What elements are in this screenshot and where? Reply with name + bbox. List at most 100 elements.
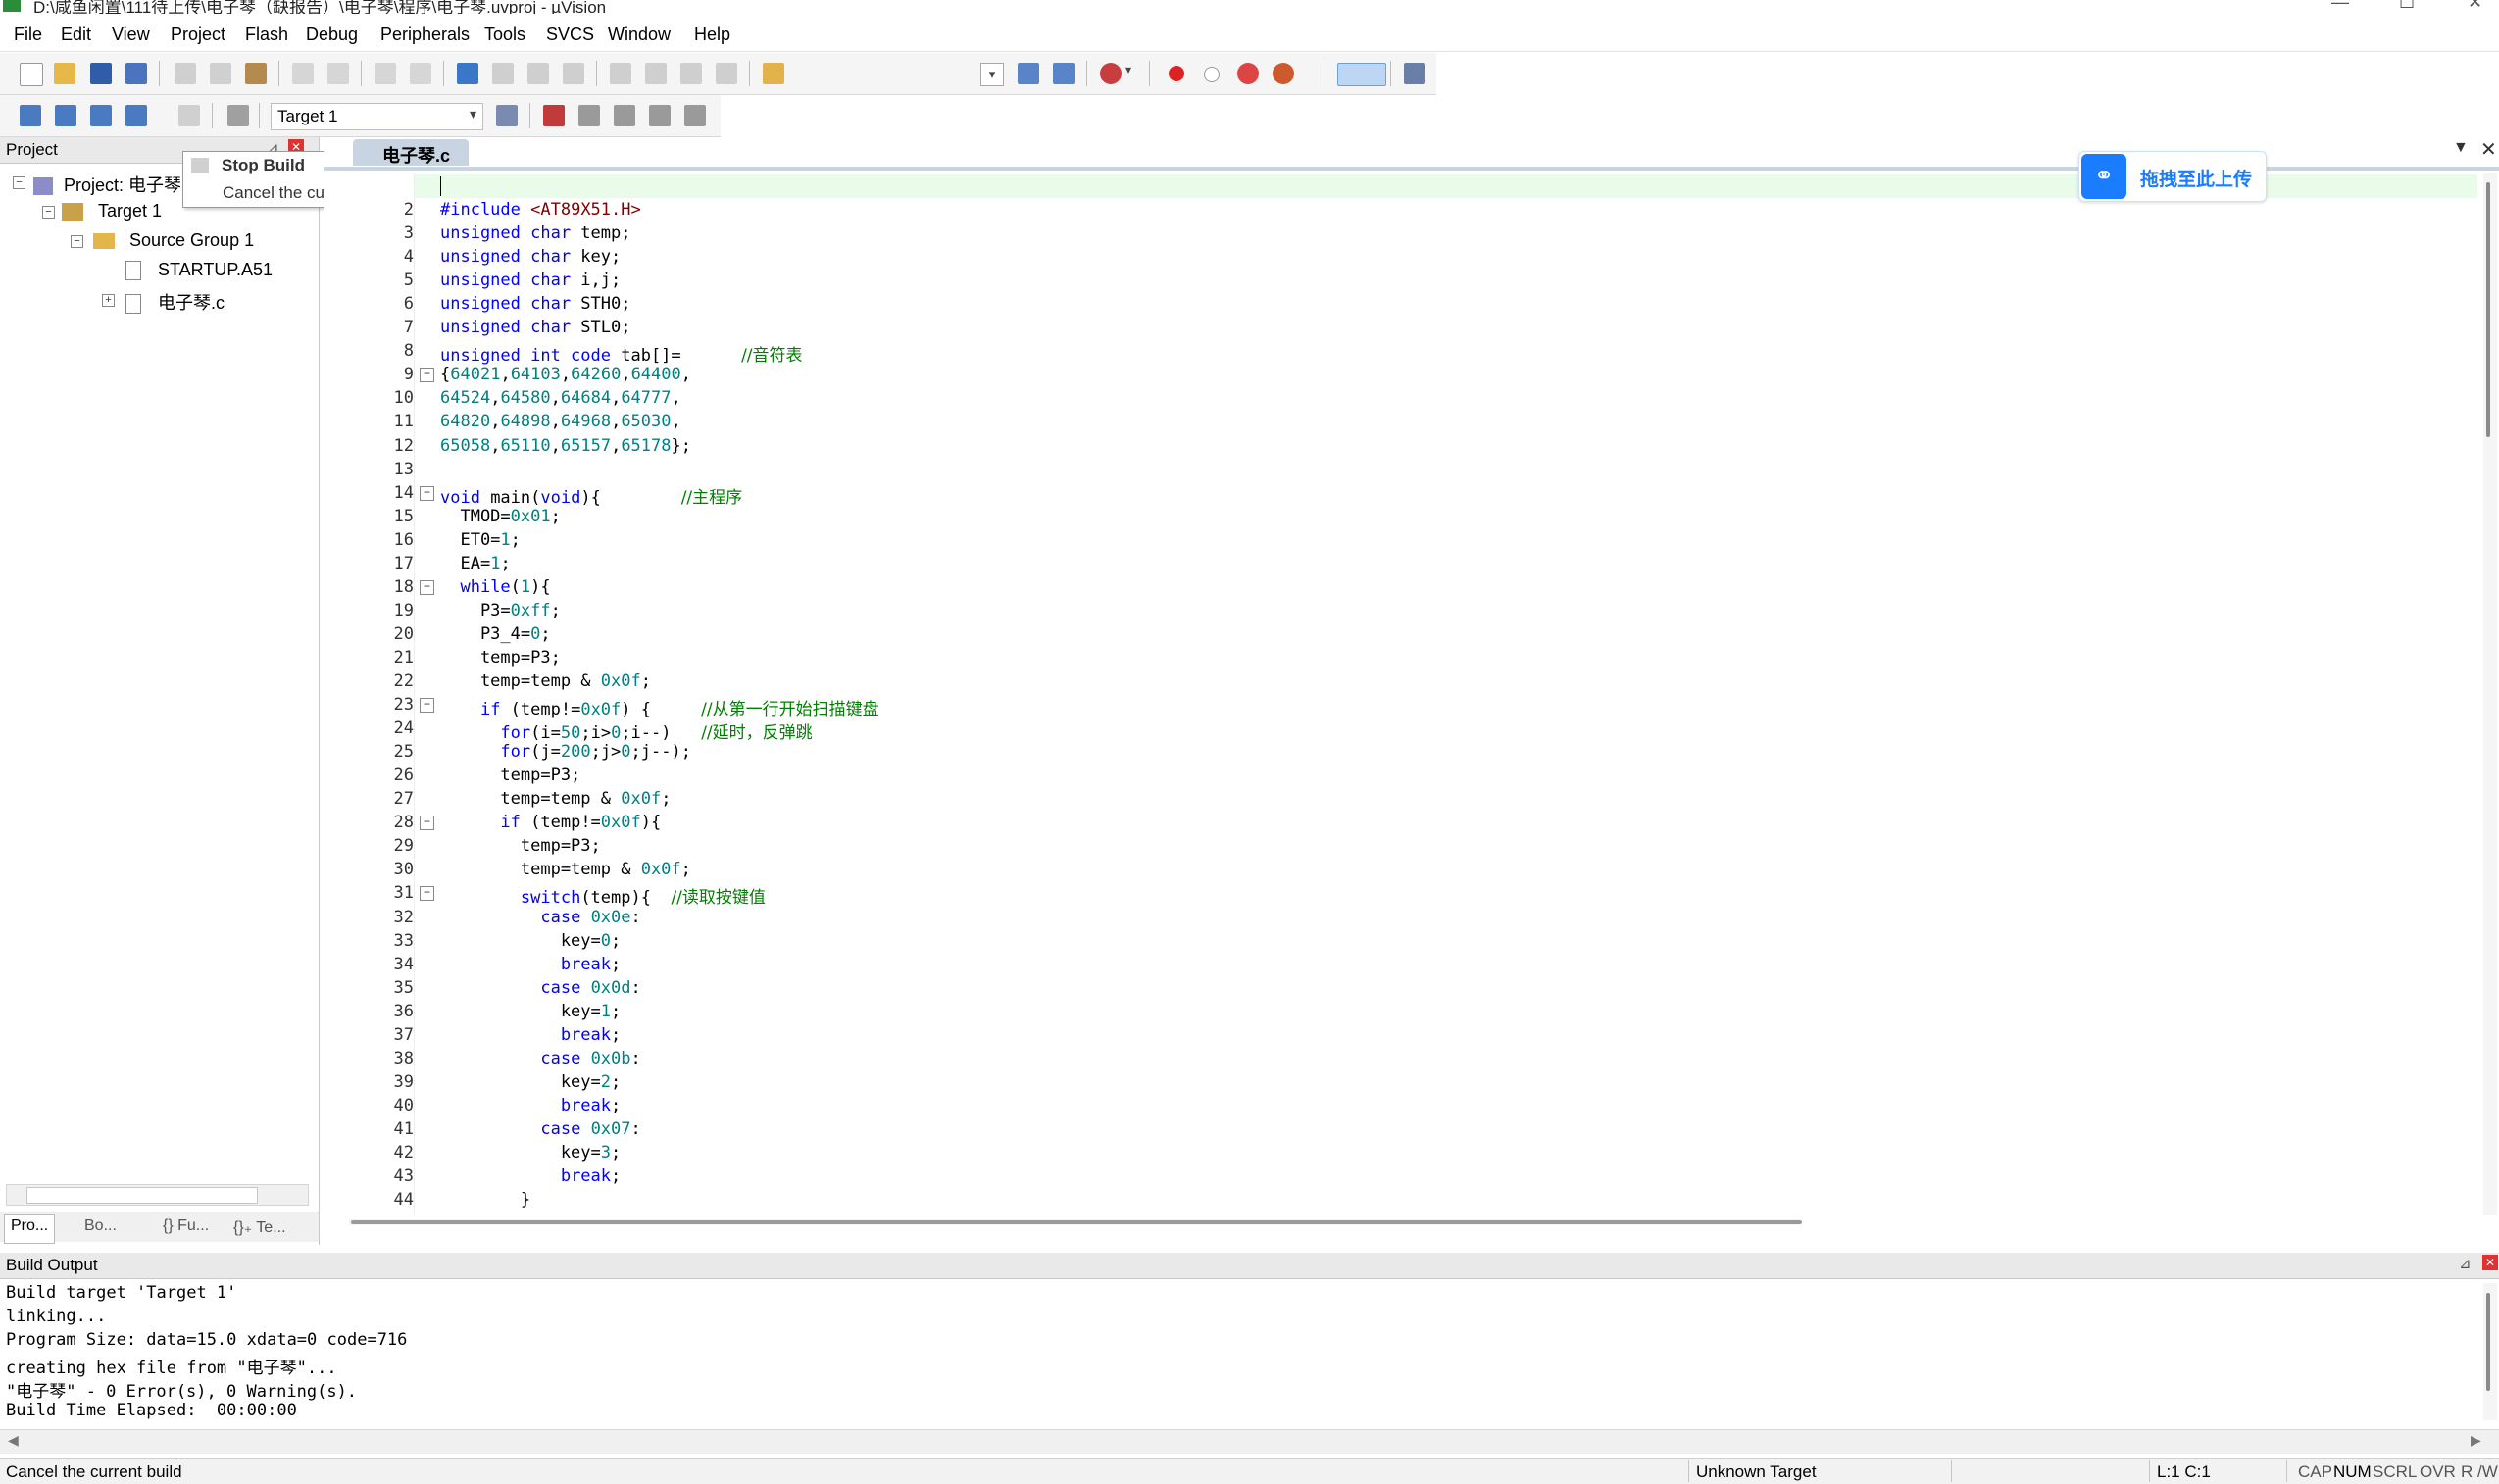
menu-project[interactable]: Project <box>171 25 225 45</box>
pin-icon[interactable]: ⊿ <box>2459 1255 2472 1272</box>
editor-tab[interactable]: 电子琴.c <box>353 139 469 166</box>
tree-target[interactable]: Target 1 <box>62 201 162 222</box>
target-expander-icon[interactable]: − <box>42 206 55 219</box>
tree-source-group[interactable]: Source Group 1 <box>93 230 254 251</box>
menu-file[interactable]: File <box>14 25 42 45</box>
code-line[interactable]: switch(temp){ //读取按键值 <box>440 883 766 908</box>
code-line[interactable]: for(j=200;j>0;j--); <box>440 742 691 762</box>
browse-icon[interactable] <box>1053 63 1075 84</box>
build-vscrollbar[interactable] <box>2483 1283 2497 1420</box>
tab-functions[interactable]: {} Fu... <box>163 1217 209 1235</box>
configure-icon[interactable] <box>1404 63 1425 84</box>
upload-badge[interactable]: ⚭ 拖拽至此上传 <box>2078 151 2267 202</box>
scroll-right-icon[interactable]: ▶ <box>2471 1432 2481 1449</box>
next-bookmark-icon[interactable] <box>527 63 549 84</box>
tab-list-dropdown-icon[interactable]: ▼ <box>2453 139 2469 157</box>
code-line[interactable]: void main(void){ //主程序 <box>440 483 742 508</box>
debug-dropdown-icon[interactable]: ▾ <box>1125 63 1139 84</box>
breakpoint-icon[interactable] <box>1169 66 1184 81</box>
new-file-icon[interactable] <box>20 63 43 86</box>
fold-toggle-icon[interactable]: − <box>420 368 434 382</box>
editor-vscrollbar[interactable] <box>2483 173 2497 1215</box>
batch-build-icon[interactable] <box>125 105 147 126</box>
tab-templates[interactable]: {}₊ Te... <box>233 1217 286 1237</box>
tree-file-main[interactable]: 电子琴.c <box>125 289 225 315</box>
project-hscroll-thumb[interactable] <box>26 1187 258 1204</box>
code-line[interactable]: break; <box>440 955 621 974</box>
code-line[interactable]: temp=P3; <box>440 648 561 668</box>
menu-tools[interactable]: Tools <box>484 25 525 45</box>
menu-window[interactable]: Window <box>608 25 671 45</box>
editor-hscrollbar[interactable] <box>349 1219 1802 1225</box>
menu-debug[interactable]: Debug <box>306 25 358 45</box>
indent-icon[interactable] <box>610 63 631 84</box>
download-icon[interactable] <box>227 105 249 126</box>
code-line[interactable]: temp=temp & 0x0f; <box>440 860 691 879</box>
uncomment-icon[interactable] <box>716 63 737 84</box>
code-line[interactable]: TMOD=0x01; <box>440 507 560 526</box>
open-file-icon[interactable] <box>54 63 75 84</box>
code-line[interactable]: temp=P3; <box>440 836 601 856</box>
comment-icon[interactable] <box>680 63 702 84</box>
fold-toggle-icon[interactable]: − <box>420 816 434 830</box>
code-line[interactable]: unsigned char i,j; <box>440 271 621 290</box>
tree-file-startup[interactable]: STARTUP.A51 <box>125 260 273 281</box>
code-line[interactable]: unsigned int code tab[]= //音符表 <box>440 341 803 366</box>
code-line[interactable]: key=1; <box>440 1002 621 1021</box>
code-line[interactable]: break; <box>440 1096 621 1115</box>
translate-icon[interactable] <box>20 105 41 126</box>
tab-books[interactable]: Bo... <box>84 1217 117 1235</box>
code-line[interactable]: 64820,64898,64968,65030, <box>440 412 681 431</box>
fold-toggle-icon[interactable]: − <box>420 580 434 595</box>
code-line[interactable]: ET0=1; <box>440 530 520 550</box>
close-tab-icon[interactable]: ✕ <box>2480 137 2497 162</box>
code-line[interactable]: case 0x0e: <box>440 908 640 927</box>
code-line[interactable]: #include <AT89X51.H> <box>440 200 641 220</box>
kill-all-breakpoints-icon[interactable] <box>1273 63 1294 84</box>
editor-hscroll-thumb[interactable] <box>351 1220 1802 1224</box>
undo-icon[interactable] <box>292 63 314 84</box>
clear-bookmarks-icon[interactable] <box>563 63 584 84</box>
code-line[interactable]: while(1){ <box>440 577 550 597</box>
find-in-files-icon[interactable] <box>763 63 784 84</box>
code-line[interactable]: unsigned char STH0; <box>440 294 630 314</box>
code-line[interactable]: unsigned char STL0; <box>440 318 630 337</box>
code-line[interactable]: if (temp!=0x0f){ <box>440 813 661 832</box>
code-line[interactable]: EA=1; <box>440 554 510 573</box>
build-output-pane[interactable]: Build target 'Target 1' linking... Progr… <box>0 1279 2499 1428</box>
code-line[interactable]: 64524,64580,64684,64777, <box>440 388 681 408</box>
menu-help[interactable]: Help <box>694 25 730 45</box>
code-line[interactable]: key=0; <box>440 931 621 951</box>
code-line[interactable]: key=2; <box>440 1072 621 1092</box>
cut-icon[interactable] <box>175 63 196 84</box>
menu-view[interactable]: View <box>112 25 150 45</box>
code-line[interactable]: unsigned char temp; <box>440 223 630 243</box>
minimize-icon[interactable]: — <box>2331 0 2349 13</box>
build-icon[interactable] <box>55 105 76 126</box>
build-hscrollbar[interactable]: ◀ ▶ <box>0 1429 2499 1454</box>
maximize-icon[interactable]: ☐ <box>2399 0 2415 13</box>
code-line[interactable]: case 0x07: <box>440 1119 640 1139</box>
tab-project[interactable]: Pro... <box>4 1214 56 1244</box>
save-icon[interactable] <box>90 63 112 84</box>
code-line[interactable]: unsigned char key; <box>440 247 621 267</box>
nav-forward-icon[interactable] <box>410 63 431 84</box>
menu-edit[interactable]: Edit <box>61 25 91 45</box>
close-window-icon[interactable]: ✕ <box>2468 0 2482 13</box>
paste-icon[interactable] <box>245 63 267 84</box>
project-expander-icon[interactable]: − <box>13 176 25 189</box>
code-line[interactable]: break; <box>440 1025 621 1045</box>
menu-peripherals[interactable]: Peripherals <box>380 25 470 45</box>
find-combo-dropdown[interactable]: ▾ <box>980 63 1004 86</box>
manage-components-icon[interactable] <box>543 105 565 126</box>
manage-books-icon[interactable] <box>578 105 600 126</box>
code-line[interactable]: temp=P3; <box>440 766 580 785</box>
menu-svcs[interactable]: SVCS <box>546 25 594 45</box>
save-all-icon[interactable] <box>125 63 147 84</box>
copy-icon[interactable] <box>210 63 231 84</box>
code-line[interactable]: key=3; <box>440 1143 621 1162</box>
code-line[interactable]: 65058,65110,65157,65178}; <box>440 436 691 456</box>
nav-back-icon[interactable] <box>375 63 396 84</box>
unindent-icon[interactable] <box>645 63 667 84</box>
code-line[interactable]: if (temp!=0x0f) { //从第一行开始扫描键盘 <box>440 695 879 719</box>
